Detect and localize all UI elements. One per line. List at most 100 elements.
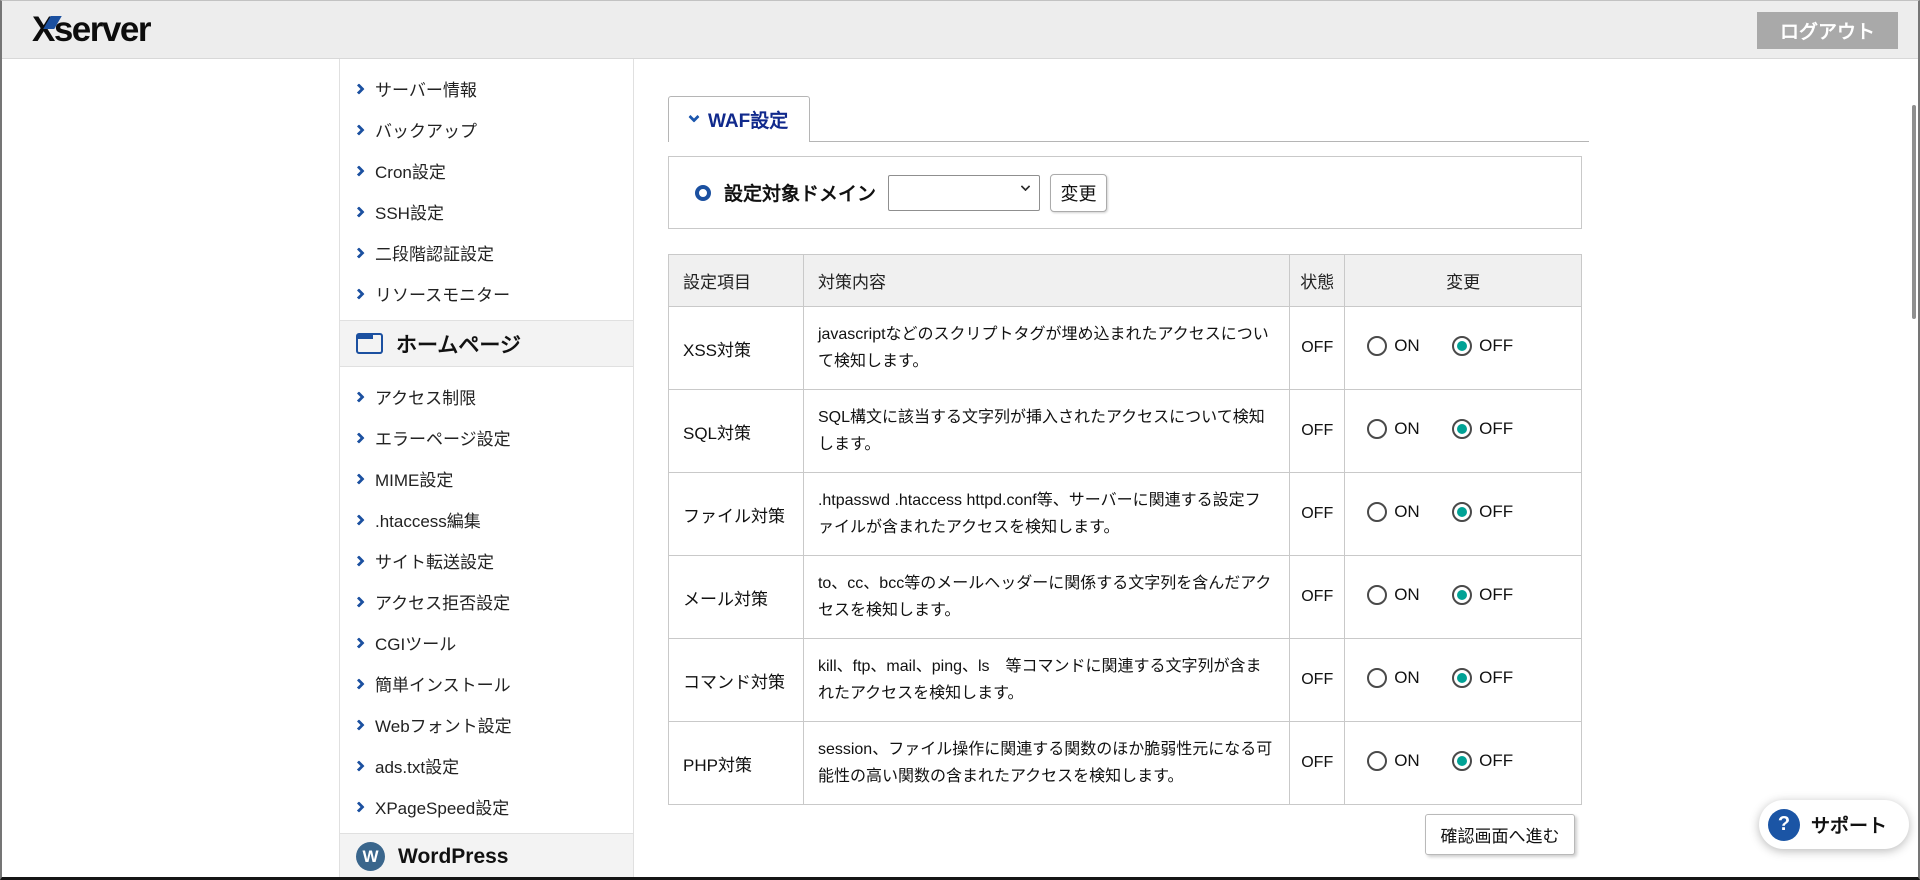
chevron-down-icon	[688, 111, 700, 123]
domain-select[interactable]	[888, 174, 1041, 211]
table-row-mail: メール対策 to、cc、bcc等のメールヘッダーに関係する文字列を含んだアクセス…	[668, 555, 1582, 639]
radio-label: ON	[1394, 418, 1420, 438]
radio-unselected-icon	[1367, 335, 1388, 356]
radio-unselected-icon	[1367, 501, 1388, 522]
setting-description: javascriptなどのスクリプトタグが埋め込まれたアクセスについて検知します…	[802, 306, 1291, 390]
sidebar-item-htaccess[interactable]: .htaccess編集	[340, 499, 633, 540]
setting-description: to、cc、bcc等のメールヘッダーに関係する文字列を含んだアクセスを検知します…	[802, 555, 1291, 639]
chevron-right-icon	[353, 246, 365, 259]
change-cell: ON OFF	[1344, 555, 1582, 639]
sidebar-item-xpagespeed[interactable]: XPageSpeed設定	[340, 786, 633, 827]
sidebar-item-web-font[interactable]: Webフォント設定	[340, 704, 633, 745]
sidebar-item-access-deny[interactable]: アクセス拒否設定	[340, 581, 633, 622]
sidebar-item-backup[interactable]: バックアップ	[340, 109, 633, 150]
table-header-row: 設定項目 対策内容 状態 変更	[668, 254, 1582, 307]
change-cell: ON OFF	[1344, 721, 1582, 805]
table-row-php: PHP対策 session、ファイル操作に関連する関数のほか脆弱性元になる可能性…	[668, 721, 1582, 805]
change-domain-button[interactable]: 変更	[1050, 173, 1108, 212]
change-cell: ON OFF	[1344, 389, 1582, 473]
waf-off-radio[interactable]: OFF	[1452, 584, 1514, 605]
sidebar-item-server-info[interactable]: サーバー情報	[340, 68, 633, 109]
sidebar-item-error-page[interactable]: エラーページ設定	[340, 417, 633, 458]
radio-label: ON	[1394, 667, 1420, 687]
col-header-status: 状態	[1289, 254, 1346, 307]
sidebar-section-homepage[interactable]: ホームページ	[340, 320, 633, 367]
chevron-right-icon	[353, 800, 365, 813]
sidebar-item-label: アクセス制限	[375, 389, 477, 408]
sidebar-item-label: SSH設定	[375, 204, 444, 223]
sidebar-item-cgi-tools[interactable]: CGIツール	[340, 622, 633, 663]
waf-off-radio[interactable]: OFF	[1452, 750, 1514, 771]
col-header-description: 対策内容	[802, 254, 1291, 307]
waf-off-radio[interactable]: OFF	[1452, 335, 1513, 356]
waf-on-radio[interactable]: ON	[1367, 584, 1420, 605]
radio-selected-icon	[1452, 584, 1473, 605]
tab-waf-settings[interactable]: WAF設定	[668, 96, 811, 142]
setting-name: XSS対策	[668, 306, 804, 390]
setting-name: SQL対策	[668, 389, 804, 473]
waf-on-radio[interactable]: ON	[1367, 750, 1420, 771]
status-value: OFF	[1289, 306, 1346, 390]
chevron-right-icon	[353, 82, 365, 95]
sidebar-item-label: XPageSpeed設定	[375, 799, 510, 818]
waf-on-radio[interactable]: ON	[1367, 667, 1420, 688]
waf-on-radio[interactable]: ON	[1367, 418, 1420, 439]
page: Xserver ログアウト サーバー情報 バックアップ Cron設定 SSH設定…	[0, 0, 1920, 880]
sidebar-item-label: MIME設定	[375, 471, 454, 490]
support-button[interactable]: ? サポート	[1759, 800, 1910, 849]
domain-selector-box: 設定対象ドメイン 変更	[668, 156, 1582, 229]
setting-description: SQL構文に該当する文字列が挿入されたアクセスについて検知します。	[802, 389, 1291, 473]
wordpress-icon: W	[356, 842, 385, 871]
setting-description: .htpasswd .htaccess httpd.conf等、サーバーに関連す…	[802, 472, 1291, 556]
chevron-right-icon	[353, 472, 365, 485]
sidebar-homepage-menu: アクセス制限 エラーページ設定 MIME設定 .htaccess編集 サイト転送…	[340, 367, 633, 833]
table-row-xss: XSS対策 javascriptなどのスクリプトタグが埋め込まれたアクセスについ…	[668, 306, 1582, 390]
sidebar-item-mime[interactable]: MIME設定	[340, 458, 633, 499]
logout-button[interactable]: ログアウト	[1757, 12, 1898, 49]
waf-off-radio[interactable]: OFF	[1452, 501, 1514, 522]
sidebar-item-site-transfer[interactable]: サイト転送設定	[340, 540, 633, 581]
change-cell: ON OFF	[1344, 472, 1582, 556]
sidebar-item-resource-monitor[interactable]: リソースモニター	[340, 273, 633, 314]
section-title: ホームページ	[396, 333, 521, 357]
waf-off-radio[interactable]: OFF	[1452, 418, 1513, 439]
radio-label: OFF	[1479, 584, 1514, 604]
scrollbar-thumb[interactable]	[1912, 105, 1916, 319]
chevron-right-icon	[353, 636, 365, 649]
sidebar-item-access-limit[interactable]: アクセス制限	[340, 376, 633, 417]
sidebar-item-two-factor[interactable]: 二段階認証設定	[340, 232, 633, 273]
waf-on-radio[interactable]: ON	[1367, 501, 1420, 522]
browser-window-icon	[356, 333, 383, 354]
setting-name: コマンド対策	[668, 638, 804, 722]
sidebar-item-label: Webフォント設定	[375, 717, 512, 736]
setting-description: session、ファイル操作に関連する関数のほか脆弱性元になる可能性の高い関数の…	[802, 721, 1291, 805]
table-row-command: コマンド対策 kill、ftp、mail、ping、ls 等コマンドに関連する文…	[668, 638, 1582, 722]
question-glyph: ?	[1777, 813, 1791, 835]
status-value: OFF	[1289, 638, 1346, 722]
sidebar-item-cron[interactable]: Cron設定	[340, 150, 633, 191]
waf-on-radio[interactable]: ON	[1367, 335, 1420, 356]
sidebar-item-easy-install[interactable]: 簡単インストール	[340, 663, 633, 704]
sidebar-server-menu: サーバー情報 バックアップ Cron設定 SSH設定 二段階認証設定 リソースモ…	[340, 59, 633, 320]
chevron-right-icon	[353, 287, 365, 300]
sidebar-section-wordpress[interactable]: W WordPress	[340, 833, 633, 877]
sidebar-item-ssh[interactable]: SSH設定	[340, 191, 633, 232]
setting-name: ファイル対策	[668, 472, 804, 556]
sidebar-item-label: サイト転送設定	[375, 553, 494, 572]
chevron-right-icon	[353, 123, 365, 136]
sidebar-item-ads-txt[interactable]: ads.txt設定	[340, 745, 633, 786]
xserver-logo[interactable]: Xserver	[32, 10, 151, 50]
radio-selected-icon	[1452, 335, 1473, 356]
radio-label: OFF	[1479, 750, 1514, 770]
status-value: OFF	[1289, 555, 1346, 639]
sidebar-item-label: アクセス拒否設定	[375, 594, 511, 613]
radio-unselected-icon	[1367, 584, 1388, 605]
radio-label: ON	[1394, 584, 1420, 604]
section-title: WordPress	[398, 844, 509, 868]
chevron-right-icon	[353, 554, 365, 567]
proceed-confirm-button[interactable]: 確認画面へ進む	[1425, 814, 1575, 855]
radio-label: OFF	[1479, 501, 1514, 521]
waf-off-radio[interactable]: OFF	[1452, 667, 1513, 688]
domain-select-wrap	[888, 174, 1041, 211]
topbar: Xserver ログアウト	[2, 1, 1918, 59]
